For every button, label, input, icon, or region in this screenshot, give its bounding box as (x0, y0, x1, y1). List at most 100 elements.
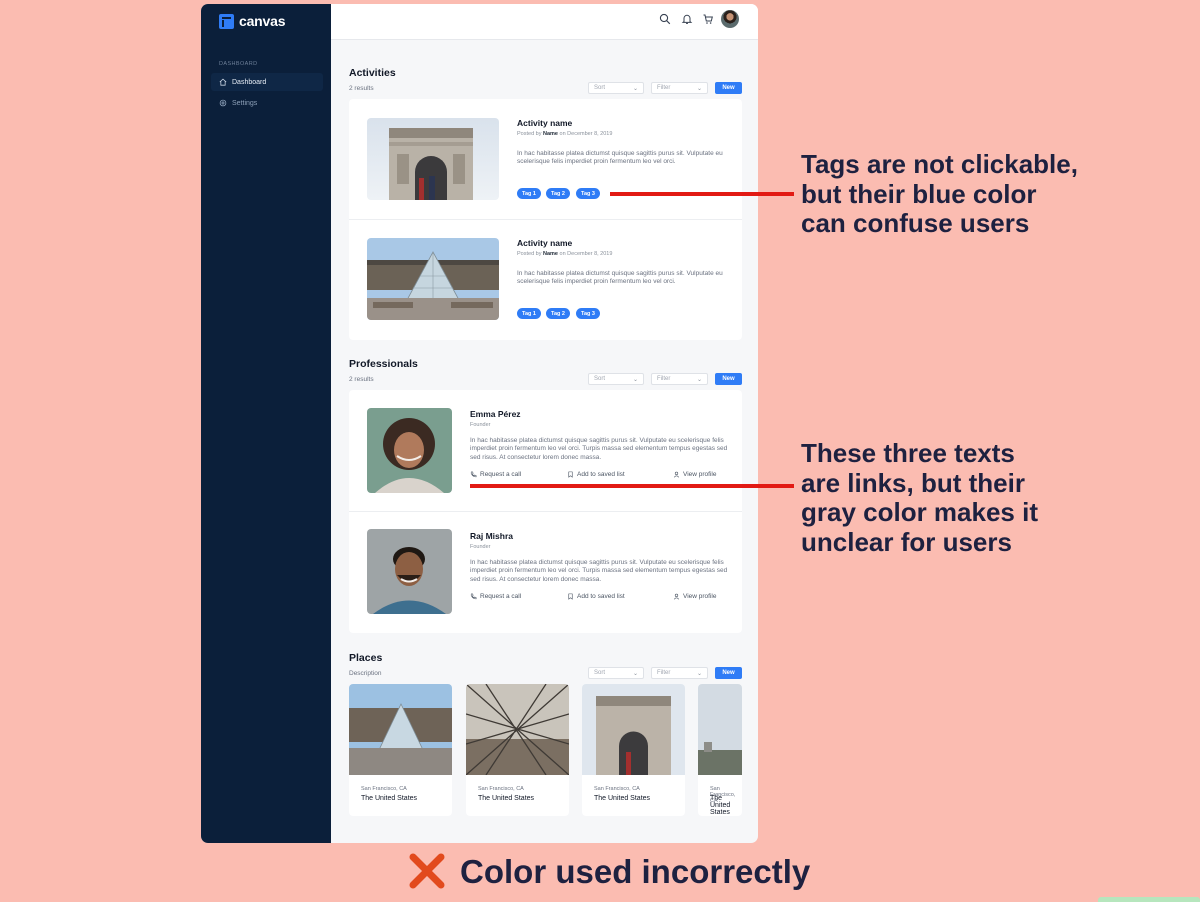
activity-meta: Posted by Name on December 8, 2019 (517, 131, 613, 137)
place-image (466, 684, 569, 775)
phone-icon (470, 471, 477, 478)
link-label: Add to saved list (577, 593, 625, 600)
tag-badge: Tag 2 (546, 308, 570, 319)
search-icon[interactable] (659, 13, 671, 25)
place-card[interactable]: San Francisco, CA The United States (698, 684, 742, 816)
place-country: The United States (478, 795, 535, 802)
sort-select[interactable]: Sort ⌄ (588, 373, 644, 385)
new-button[interactable]: New (715, 373, 742, 385)
activity-meta: Posted by Name on December 8, 2019 (517, 251, 613, 257)
divider (349, 219, 742, 220)
activity-image (367, 118, 499, 200)
place-image (698, 684, 742, 775)
bookmark-icon (568, 471, 573, 478)
bell-icon[interactable] (681, 13, 693, 25)
request-call-link[interactable]: Request a call (470, 471, 521, 478)
filter-select[interactable]: Filter ⌄ (651, 667, 708, 679)
professional-role: Founder (470, 544, 491, 550)
link-label: View profile (683, 471, 717, 478)
sort-label: Sort (594, 376, 606, 382)
sidebar: canvas DASHBOARD Dashboard Settings (201, 4, 331, 843)
home-icon (219, 78, 227, 86)
chevron-down-icon: ⌄ (632, 670, 638, 677)
sort-label: Sort (594, 85, 606, 91)
sort-select[interactable]: Sort ⌄ (588, 82, 644, 94)
chevron-down-icon: ⌄ (632, 376, 638, 383)
request-call-link[interactable]: Request a call (470, 593, 521, 600)
user-icon (673, 593, 680, 600)
place-city: San Francisco, CA (361, 786, 407, 792)
divider (349, 511, 742, 512)
activity-image (367, 238, 499, 320)
verdict-text: Color used incorrectly (460, 853, 811, 890)
place-card[interactable]: San Francisco, CA The United States (582, 684, 685, 816)
canvas-logo-icon (219, 13, 234, 29)
logo-text: canvas (239, 13, 286, 29)
professional-bio: In hac habitasse platea dictumst quisque… (470, 559, 728, 583)
chevron-down-icon: ⌄ (632, 85, 638, 92)
annotation-line-links (470, 484, 794, 488)
results-count: 2 results (349, 376, 374, 383)
activities-list: Activity name Posted by Name on December… (349, 99, 742, 340)
results-count: 2 results (349, 85, 374, 92)
activity-description: In hac habitasse platea dictumst quisque… (517, 270, 723, 286)
new-button[interactable]: New (715, 667, 742, 679)
tag-badge: Tag 3 (576, 188, 600, 199)
add-to-saved-list-link[interactable]: Add to saved list (567, 593, 625, 600)
tag-badge: Tag 2 (546, 188, 570, 199)
place-card[interactable]: San Francisco, CA The United States (466, 684, 569, 816)
activity-title: Activity name (517, 238, 573, 248)
app-window: canvas DASHBOARD Dashboard Settings Acti… (201, 4, 758, 843)
place-country: The United States (710, 795, 731, 816)
link-label: Request a call (480, 593, 522, 600)
place-image (582, 684, 685, 775)
chevron-down-icon: ⌄ (696, 85, 702, 92)
annotation-links: These three texts are links, but their g… (801, 438, 1038, 557)
gear-icon (219, 99, 227, 107)
sort-label: Sort (594, 670, 606, 676)
sidebar-item-dashboard[interactable]: Dashboard (211, 73, 323, 91)
professional-bio: In hac habitasse platea dictumst quisque… (470, 437, 728, 461)
place-country: The United States (594, 795, 651, 802)
sidebar-item-label: Settings (232, 99, 258, 107)
add-to-saved-list-link[interactable]: Add to saved list (567, 471, 625, 478)
place-image (349, 684, 452, 775)
filter-select[interactable]: Filter ⌄ (651, 82, 708, 94)
filter-label: Filter (657, 670, 671, 676)
activity-title: Activity name (517, 118, 573, 128)
tag-badge: Tag 1 (517, 308, 541, 319)
user-icon (673, 471, 680, 478)
link-label: Add to saved list (577, 471, 625, 478)
sidebar-item-settings[interactable]: Settings (211, 94, 323, 112)
professionals-list: Emma Pérez Founder In hac habitasse plat… (349, 390, 742, 633)
place-city: San Francisco, CA (594, 786, 640, 792)
new-button[interactable]: New (715, 82, 742, 94)
nav-section-label: DASHBOARD (219, 61, 258, 67)
profile-photo (367, 408, 452, 493)
annotation-line-tags (610, 192, 794, 196)
logo[interactable]: canvas (219, 13, 285, 29)
phone-icon (470, 593, 477, 600)
professional-name: Emma Pérez (470, 409, 521, 419)
cart-icon[interactable] (702, 13, 714, 25)
avatar[interactable] (721, 10, 739, 28)
profile-photo (367, 529, 452, 614)
cross-icon (409, 853, 445, 889)
annotation-tags: Tags are not clickable, but their blue c… (801, 149, 1078, 238)
link-label: Request a call (480, 471, 522, 478)
professional-role: Founder (470, 422, 491, 428)
section-description: Description (349, 670, 382, 677)
link-label: View profile (683, 593, 717, 600)
professional-name: Raj Mishra (470, 531, 513, 541)
view-profile-link[interactable]: View profile (673, 593, 716, 600)
top-bar (331, 4, 758, 40)
view-profile-link[interactable]: View profile (673, 471, 716, 478)
tag-badge: Tag 1 (517, 188, 541, 199)
bookmark-icon (568, 593, 573, 600)
filter-select[interactable]: Filter ⌄ (651, 373, 708, 385)
section-title-places: Places (349, 652, 383, 664)
sort-select[interactable]: Sort ⌄ (588, 667, 644, 679)
place-city: San Francisco, CA (478, 786, 524, 792)
place-card[interactable]: San Francisco, CA The United States (349, 684, 452, 816)
section-title-professionals: Professionals (349, 358, 418, 370)
